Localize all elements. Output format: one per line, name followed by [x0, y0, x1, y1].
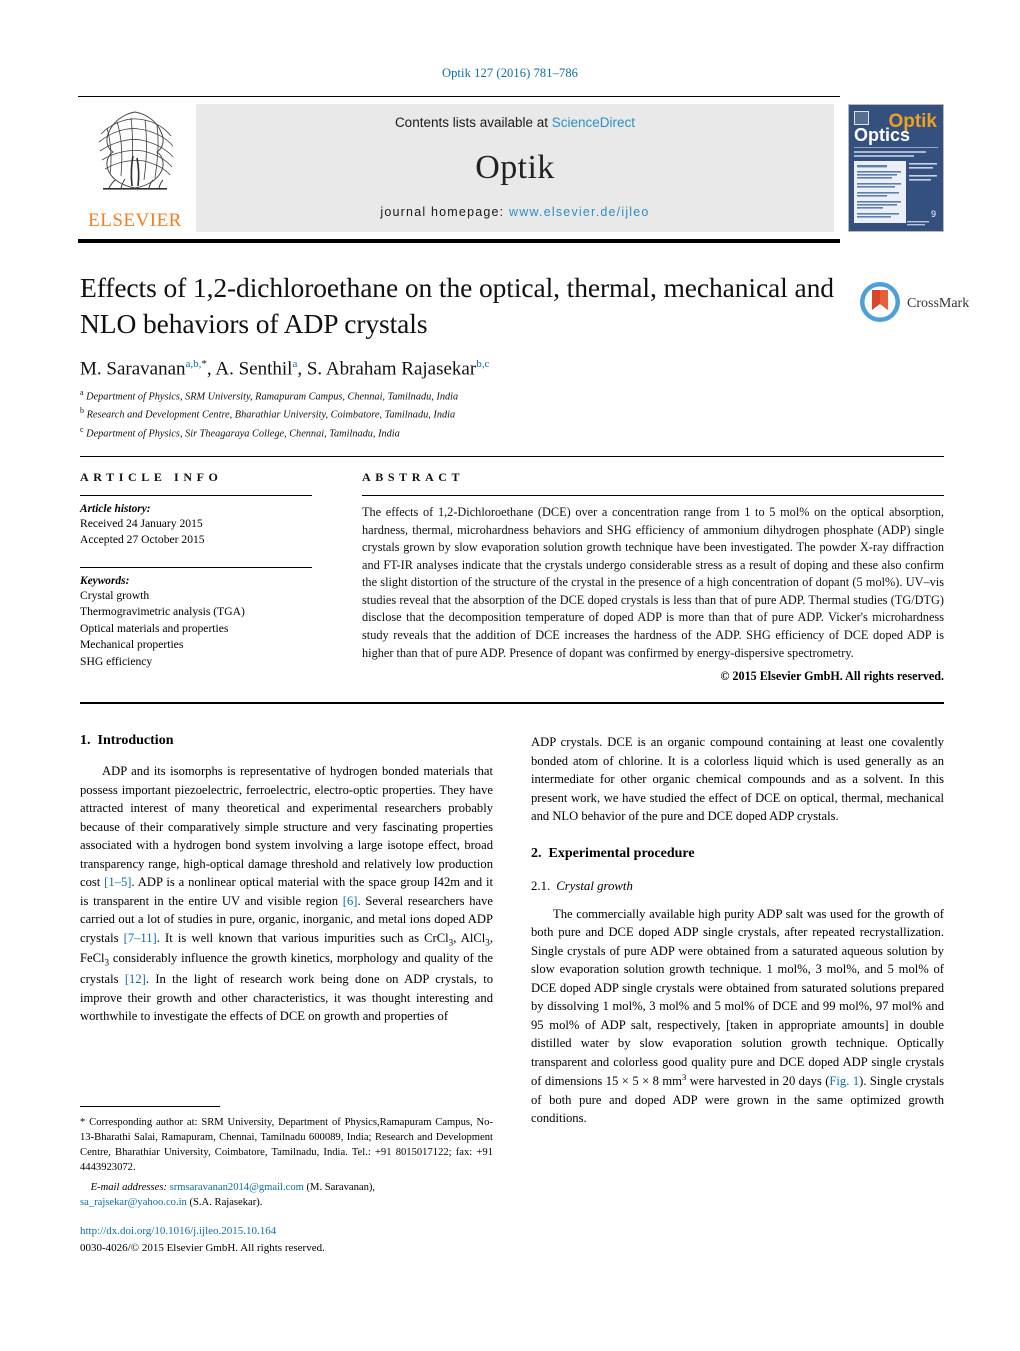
doi-link[interactable]: http://dx.doi.org/10.1016/j.ijleo.2015.1…	[80, 1223, 493, 1240]
paper-page: Optik 127 (2016) 781–786 ELSEVIER Conten…	[0, 0, 1020, 1351]
sciencedirect-link[interactable]: ScienceDirect	[552, 115, 635, 130]
column-right: ADP crystals. DCE is an organic compound…	[531, 733, 944, 1138]
footnote-rule	[80, 1106, 220, 1107]
homepage-label: journal homepage:	[380, 205, 505, 219]
affiliation-text: Department of Physics, Sir Theagaraya Co…	[86, 427, 400, 439]
corresponding-author-note: * Corresponding author at: SRM Universit…	[80, 1115, 493, 1175]
email-owner: (S.A. Rajasekar).	[189, 1197, 263, 1209]
author-name: M. Saravanan	[80, 357, 186, 379]
subsection-number: 2.1.	[531, 878, 551, 893]
title-block: Effects of 1,2-dichloroethane on the opt…	[80, 270, 840, 442]
keyword-item: Crystal growth	[80, 588, 150, 602]
affil-mark: a	[292, 357, 298, 370]
email-link[interactable]: sa_rajsekar@yahoo.co.in	[80, 1197, 187, 1208]
column-left: 1. Introduction ADP and its isomorphs is …	[80, 733, 493, 1138]
section-heading-experimental: 2. Experimental procedure	[531, 846, 944, 862]
email-owner: (M. Saravanan),	[306, 1182, 376, 1194]
journal-masthead: ELSEVIER Contents lists available at Sci…	[78, 96, 944, 243]
info-bottom-rule	[80, 702, 944, 704]
email-note: E-mail addresses: srmsaravanan2014@gmail…	[80, 1180, 493, 1210]
svg-text:9: 9	[931, 209, 936, 219]
growth-text-2: were harvested in 20 days (	[686, 1074, 830, 1089]
citation-link[interactable]: [12]	[125, 972, 146, 986]
keyword-item: Thermogravimetric analysis (TGA)	[80, 605, 245, 619]
elsevier-tree-icon	[87, 104, 183, 200]
keyword-item: Optical materials and properties	[80, 621, 229, 635]
info-top-rule	[80, 456, 944, 457]
crossmark-badge[interactable]: CrossMark	[858, 276, 969, 332]
issn-copyright: 0030-4026/© 2015 Elsevier GmbH. All righ…	[80, 1241, 325, 1254]
contents-prefix: Contents lists available at	[394, 115, 552, 130]
article-info-block: ARTICLE INFO Article history: Received 2…	[80, 470, 330, 670]
citation-link[interactable]: [7–11]	[124, 931, 157, 945]
affiliation-list: a Department of Physics, SRM University,…	[80, 387, 840, 442]
article-info-heading: ARTICLE INFO	[80, 470, 223, 484]
author-list: M. Saravanana,b,*, A. Senthila, S. Abrah…	[80, 357, 490, 379]
section-heading-introduction: 1. Introduction	[80, 733, 493, 749]
author-affil-marks: a,b,*	[186, 358, 207, 370]
elsevier-logo: ELSEVIER	[78, 104, 196, 232]
article-history-label: Article history:	[80, 503, 151, 515]
affil-mark: b	[80, 406, 84, 416]
body-columns: 1. Introduction ADP and its isomorphs is …	[80, 733, 944, 1138]
keywords-rule	[80, 566, 312, 568]
intro-paragraph: ADP and its isomorphs is representative …	[80, 764, 493, 1024]
affiliation-text: Research and Development Centre, Bharath…	[86, 409, 456, 421]
keyword-item: Mechanical properties	[80, 638, 184, 652]
author-name: A. Senthil	[215, 357, 293, 379]
keyword-item: SHG efficiency	[80, 654, 153, 668]
affil-mark: a	[80, 387, 84, 397]
subsection-title: Crystal growth	[556, 878, 633, 893]
contents-line: Contents lists available at ScienceDirec…	[395, 115, 635, 130]
subsection-heading-crystal-growth: 2.1. Crystal growth	[531, 879, 944, 894]
crossmark-label: CrossMark	[907, 296, 970, 311]
affiliation-text: Department of Physics, SRM University, R…	[86, 391, 459, 403]
masthead-bottom-rule	[78, 239, 840, 243]
article-received-date: Received 24 January 2015	[80, 517, 203, 530]
abstract-text: The effects of 1,2-Dichloroethane (DCE) …	[362, 505, 944, 660]
email-link[interactable]: srmsaravanan2014@gmail.com	[170, 1182, 304, 1193]
author-name: S. Abraham Rajasekar	[306, 357, 477, 379]
figure-link[interactable]: Fig. 1	[829, 1074, 859, 1088]
email-label: E-mail addresses:	[90, 1182, 167, 1194]
abstract-rule	[362, 495, 944, 496]
affil-mark: a,b,	[185, 357, 202, 370]
crossmark-icon	[858, 280, 902, 329]
citation-link[interactable]: [1–5]	[104, 875, 131, 889]
citation-link[interactable]: [6]	[343, 894, 358, 908]
section-title: Introduction	[97, 733, 174, 748]
corresponding-author-text: Corresponding author at: SRM University,…	[80, 1117, 493, 1174]
section-number: 1.	[80, 733, 91, 748]
journal-title: Optik	[475, 148, 555, 186]
abstract-copyright: © 2015 Elsevier GmbH. All rights reserve…	[720, 669, 944, 684]
page-title: Effects of 1,2-dichloroethane on the opt…	[80, 272, 834, 339]
affiliation-item: c Department of Physics, Sir Theagaraya …	[80, 424, 840, 442]
masthead-top-rule	[78, 96, 840, 97]
homepage-url-link[interactable]: www.elsevier.de/ijleo	[509, 205, 650, 219]
growth-text-1: The commercially available high purity A…	[531, 906, 944, 1089]
running-head: Optik 127 (2016) 781–786	[441, 66, 579, 80]
keywords-label: Keywords:	[80, 574, 130, 587]
intro-text-1: ADP and its isomorphs is representative …	[80, 764, 493, 889]
article-accepted-date: Accepted 27 October 2015	[80, 533, 205, 547]
affiliation-item: b Research and Development Centre, Bhara…	[80, 405, 840, 423]
masthead-panel: Contents lists available at ScienceDirec…	[196, 104, 834, 232]
corresponding-star: *	[201, 357, 207, 370]
affiliation-item: a Department of Physics, SRM University,…	[80, 387, 840, 405]
article-info-rule	[80, 495, 312, 496]
affil-mark: c	[80, 424, 84, 434]
elsevier-wordmark: ELSEVIER	[88, 210, 182, 231]
crystal-growth-paragraph: The commercially available high purity A…	[531, 905, 944, 1128]
journal-cover-thumbnail: Optik Optics 9	[848, 104, 944, 232]
footnote-block: * Corresponding author at: SRM Universit…	[80, 1106, 493, 1210]
abstract-block: ABSTRACT The effects of 1,2-Dichloroetha…	[362, 470, 944, 684]
intro-paragraph-continued: ADP crystals. DCE is an organic compound…	[531, 735, 944, 823]
section-number: 2.	[531, 845, 542, 861]
homepage-line: journal homepage: www.elsevier.de/ijleo	[380, 205, 649, 219]
abstract-heading: ABSTRACT	[362, 470, 465, 484]
doi-block: http://dx.doi.org/10.1016/j.ijleo.2015.1…	[80, 1223, 493, 1256]
affil-mark: b,c	[476, 357, 490, 370]
section-title: Experimental procedure	[548, 845, 695, 861]
svg-text:Optics: Optics	[854, 125, 910, 145]
